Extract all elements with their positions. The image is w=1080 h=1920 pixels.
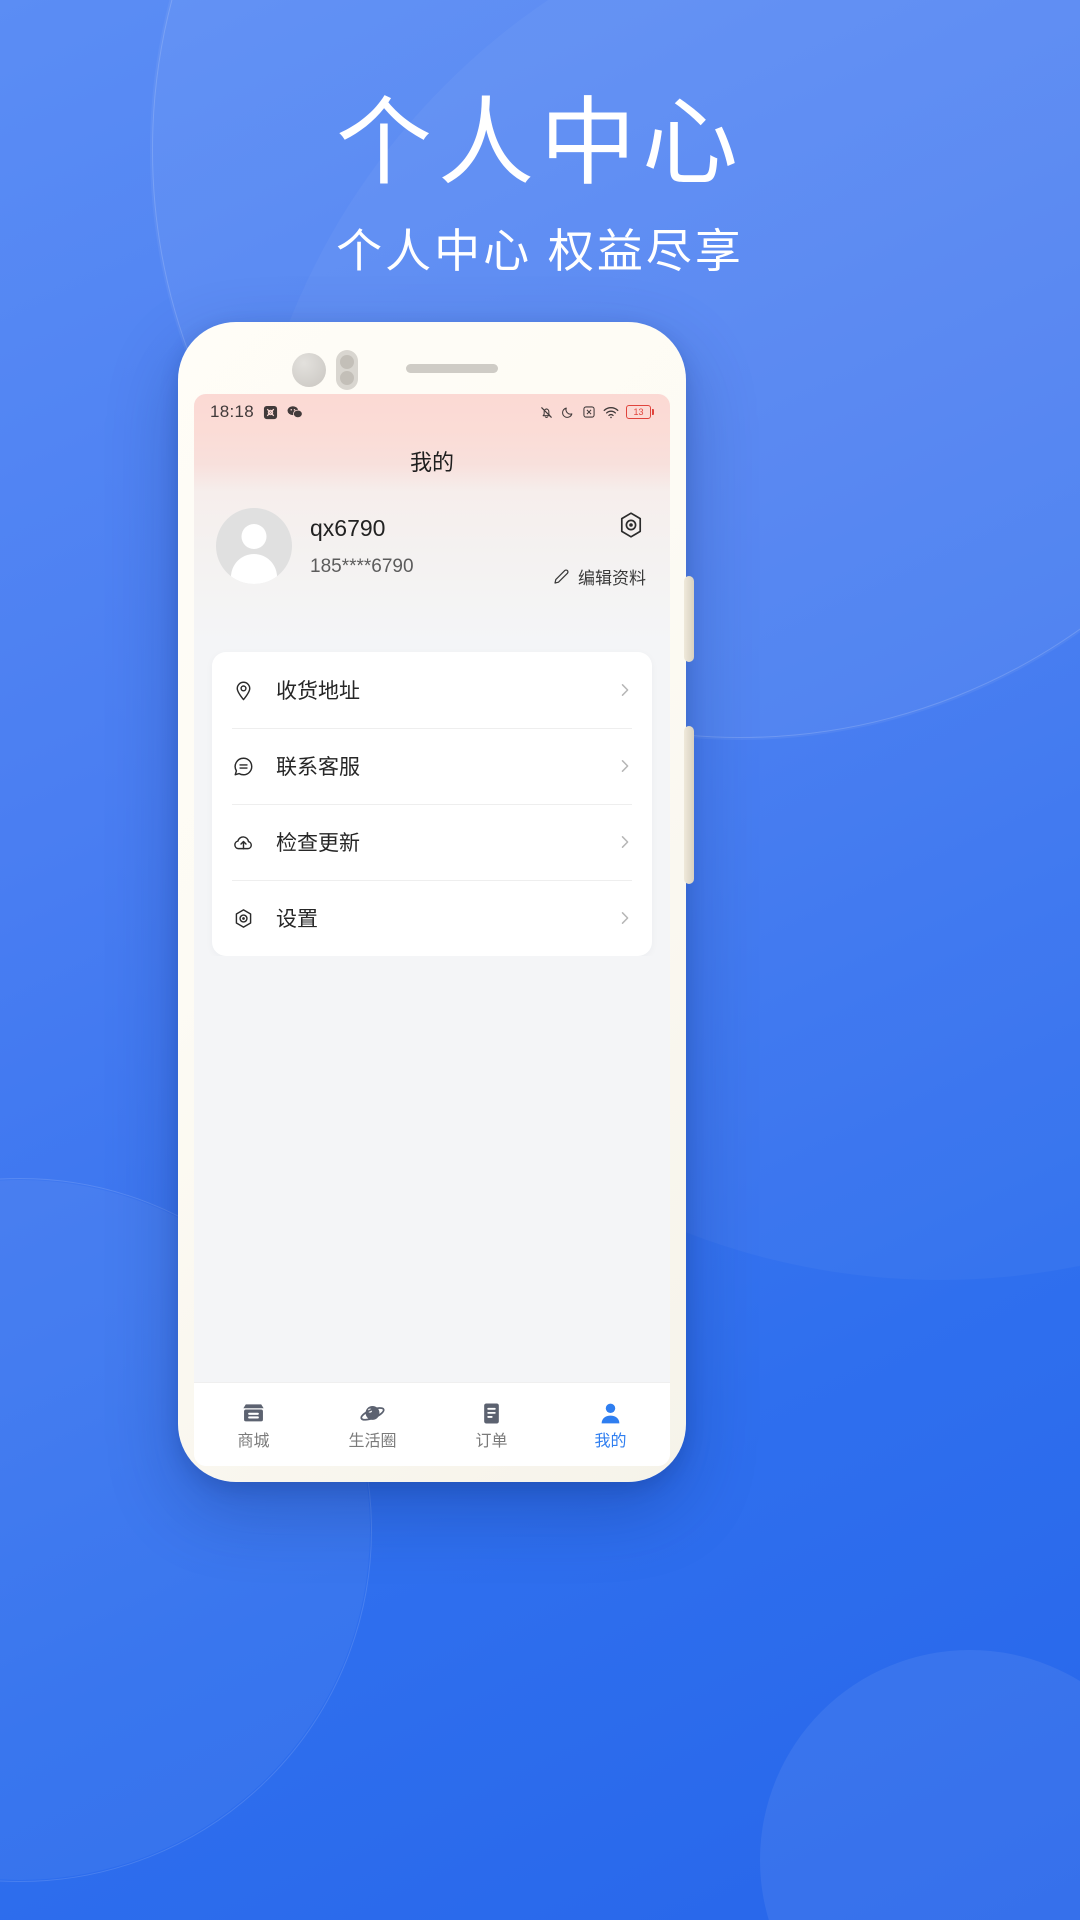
app-header: 我的 xyxy=(194,430,670,492)
profile-text-block: qx6790 185****6790 xyxy=(310,508,414,580)
profile-section: qx6790 185****6790 编辑资料 xyxy=(194,492,670,640)
menu-item-label: 联系客服 xyxy=(276,756,360,779)
order-list-icon xyxy=(478,1399,505,1427)
promo-text-block: 个人中心 个人中心 权益尽享 xyxy=(0,0,1080,277)
tab-orders[interactable]: 订单 xyxy=(432,1399,551,1450)
background-circle-bottom-right xyxy=(760,1650,1080,1920)
avatar[interactable] xyxy=(216,508,292,584)
tab-label: 我的 xyxy=(594,1433,627,1450)
tab-label: 生活圈 xyxy=(348,1433,397,1450)
bottom-tab-bar: 商城 生活圈 订单 我的 xyxy=(194,1382,670,1466)
chevron-right-icon xyxy=(618,835,632,849)
menu-item-label: 检查更新 xyxy=(276,832,360,855)
menu-item-check-update[interactable]: 检查更新 xyxy=(212,804,652,880)
phone-mockup: 18:18 13 我的 qx6790 185****6790 编辑资料 收货地址… xyxy=(178,322,694,1482)
phone-screen: 18:18 13 我的 qx6790 185****6790 编辑资料 收货地址… xyxy=(194,394,670,1466)
screenshot-icon xyxy=(582,405,596,419)
settings-gear-icon[interactable] xyxy=(616,510,646,540)
battery-cap xyxy=(652,409,654,415)
menu-item-settings[interactable]: 设置 xyxy=(212,880,652,956)
status-bar: 18:18 13 xyxy=(194,394,670,430)
edit-profile-button[interactable]: 编辑资料 xyxy=(552,564,646,589)
proximity-sensor-icon xyxy=(336,350,358,390)
pencil-icon xyxy=(552,567,571,586)
avatar-body-shape xyxy=(231,554,277,584)
profile-username: qx6790 xyxy=(310,515,386,541)
status-bar-right: 13 xyxy=(539,405,654,420)
status-bar-left: 18:18 xyxy=(210,402,303,422)
planet-icon xyxy=(359,1399,386,1427)
status-bar-clock: 18:18 xyxy=(210,402,255,421)
battery-icon: 13 xyxy=(626,405,654,419)
promo-subtitle: 个人中心 权益尽享 xyxy=(336,225,744,277)
front-camera-icon xyxy=(292,353,326,387)
tab-label: 订单 xyxy=(475,1433,508,1450)
earpiece-speaker xyxy=(406,364,498,373)
wechat-icon xyxy=(287,405,303,419)
profile-phone-number: 185****6790 xyxy=(310,555,414,577)
tab-life-circle[interactable]: 生活圈 xyxy=(313,1399,432,1450)
chevron-right-icon xyxy=(618,683,632,697)
phone-volume-button[interactable] xyxy=(684,576,694,662)
chevron-right-icon xyxy=(618,911,632,925)
menu-item-label: 设置 xyxy=(276,908,318,931)
shop-icon xyxy=(240,1399,267,1427)
mute-bell-icon xyxy=(539,405,554,420)
edit-profile-label: 编辑资料 xyxy=(578,569,646,588)
phone-power-button[interactable] xyxy=(684,726,694,884)
promo-title: 个人中心 xyxy=(336,90,744,197)
settings-gear-icon xyxy=(232,907,262,930)
phone-hardware-row xyxy=(178,348,686,392)
menu-item-contact-support[interactable]: 联系客服 xyxy=(212,728,652,804)
qq-icon xyxy=(263,405,278,420)
customer-service-icon xyxy=(232,755,262,778)
person-icon xyxy=(597,1399,624,1427)
menu-item-label: 收货地址 xyxy=(276,680,360,703)
content-empty-area xyxy=(194,956,670,1382)
tab-label: 商城 xyxy=(237,1433,270,1450)
tab-profile[interactable]: 我的 xyxy=(551,1399,670,1450)
location-pin-icon xyxy=(232,679,262,702)
moon-icon xyxy=(561,405,575,419)
chevron-right-icon xyxy=(618,759,632,773)
battery-level-label: 13 xyxy=(626,405,651,419)
avatar-head-shape xyxy=(241,524,267,549)
menu-card: 收货地址 联系客服 检查更新 设置 xyxy=(212,652,652,956)
cloud-upload-icon xyxy=(232,831,262,854)
page-title: 我的 xyxy=(409,450,454,475)
menu-item-shipping-address[interactable]: 收货地址 xyxy=(212,652,652,728)
tab-mall[interactable]: 商城 xyxy=(194,1399,313,1450)
wifi-icon xyxy=(603,406,619,419)
